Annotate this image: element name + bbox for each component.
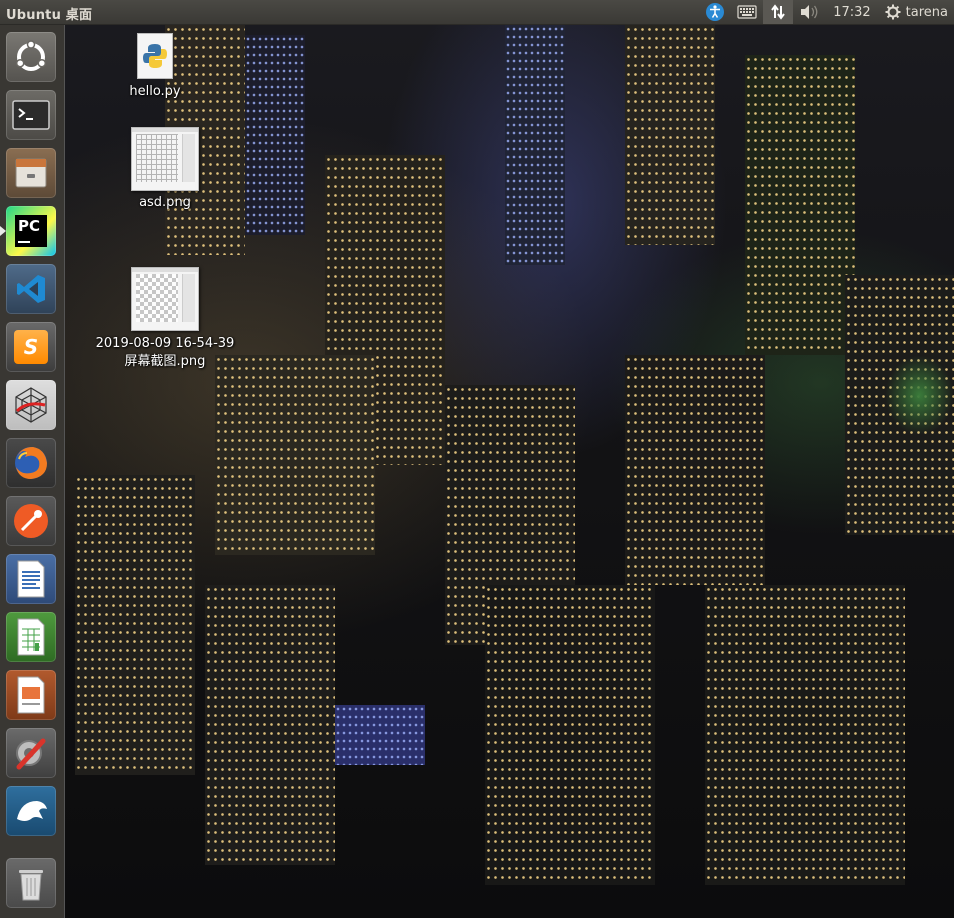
desktop-file-label: hello.py <box>129 84 181 99</box>
impress-icon[interactable] <box>6 670 56 720</box>
accessibility-icon[interactable] <box>699 0 731 24</box>
user-name[interactable]: tarena <box>904 5 954 20</box>
running-indicator <box>0 226 6 236</box>
volume-icon[interactable] <box>793 0 825 24</box>
wallpaper-building <box>625 25 715 245</box>
terminal-icon[interactable] <box>6 90 56 140</box>
pycharm-label: PC <box>18 217 41 235</box>
desktop-file-asd-png[interactable]: asd.png <box>120 127 210 211</box>
python-file-icon <box>137 33 173 79</box>
wallpaper-building <box>625 355 765 585</box>
spider-web-icon[interactable] <box>6 380 56 430</box>
top-panel: Ubuntu 桌面 17:32 tarena <box>0 0 954 25</box>
vscode-icon[interactable] <box>6 264 56 314</box>
image-thumbnail-icon <box>131 127 199 191</box>
wallpaper-park <box>885 355 954 435</box>
window-title: Ubuntu 桌面 <box>6 8 93 23</box>
settings-gear-icon[interactable] <box>879 0 904 24</box>
file-cabinet-icon[interactable] <box>6 148 56 198</box>
keyboard-icon[interactable] <box>731 0 763 24</box>
wallpaper-building <box>505 25 565 265</box>
network-icon[interactable] <box>763 0 794 24</box>
wallpaper-building <box>335 705 425 765</box>
wallpaper-building <box>215 355 375 555</box>
desktop-file-label: asd.png <box>139 195 191 210</box>
launcher: PC S <box>0 25 65 918</box>
desktop-wallpaper: hello.py asd.png 2019-08-09 16-54-39 屏幕截… <box>65 25 954 918</box>
wallpaper-building <box>485 585 655 885</box>
wallpaper-building <box>205 585 335 865</box>
desktop-file-screenshot-png[interactable]: 2019-08-09 16-54-39 屏幕截图.png <box>95 267 235 370</box>
system-tray: 17:32 tarena <box>699 0 954 24</box>
trash-icon[interactable] <box>6 858 56 908</box>
sublime-label: S <box>23 335 39 359</box>
image-thumbnail-icon <box>131 267 199 331</box>
wallpaper-building <box>745 55 855 355</box>
wallpaper-building <box>75 475 195 775</box>
wallpaper-building <box>245 35 305 235</box>
calc-icon[interactable] <box>6 612 56 662</box>
pycharm-icon[interactable]: PC <box>0 206 56 256</box>
desktop-file-label-line2: 屏幕截图.png <box>124 354 206 369</box>
sublime-icon[interactable]: S <box>6 322 56 372</box>
dolphin-icon[interactable] <box>6 786 56 836</box>
writer-icon[interactable] <box>6 554 56 604</box>
wrench-settings-icon[interactable] <box>6 728 56 778</box>
clock[interactable]: 17:32 <box>825 5 878 20</box>
postman-icon[interactable] <box>6 496 56 546</box>
ubuntu-logo-icon[interactable] <box>6 32 56 82</box>
desktop-file-hello-py[interactable]: hello.py <box>120 33 190 100</box>
desktop-file-label-line1: 2019-08-09 16-54-39 <box>95 336 235 351</box>
firefox-icon[interactable] <box>6 438 56 488</box>
wallpaper-building <box>705 585 905 885</box>
